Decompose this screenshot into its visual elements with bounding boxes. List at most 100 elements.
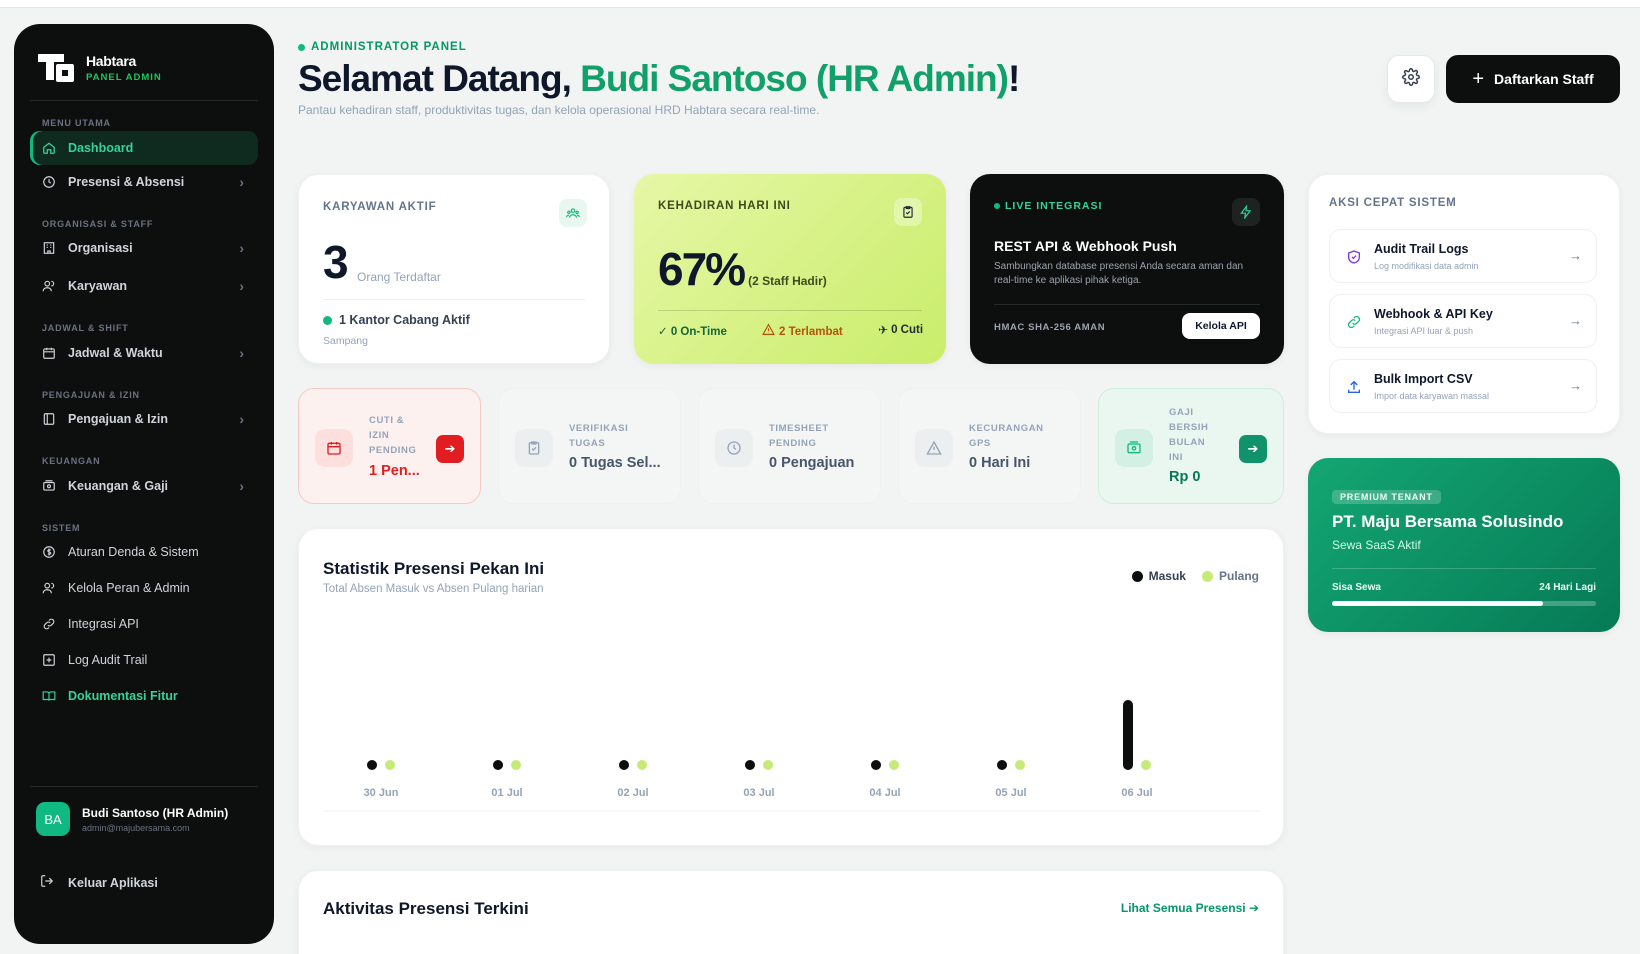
eyebrow: ADMINISTRATOR PANEL <box>298 41 467 53</box>
gear-icon <box>1402 67 1420 91</box>
bar-masuk-4[interactable] <box>871 760 881 770</box>
branch-city: Sampang <box>323 335 368 347</box>
divider <box>323 299 585 300</box>
user-profile[interactable]: BA Budi Santoso (HR Admin) admin@majuber… <box>36 802 228 836</box>
attendance-today-card: KEHADIRAN HARI INI 67% (2 Staff Hadir) ✓… <box>634 174 946 364</box>
status-dot <box>298 43 305 51</box>
bar-masuk-1[interactable] <box>493 760 503 770</box>
clipboard-check-icon <box>894 198 922 226</box>
bar-pulang-4[interactable] <box>889 760 899 770</box>
bar-pulang-0[interactable] <box>385 760 395 770</box>
branch-row: 1 Kantor Cabang Aktif <box>323 313 470 327</box>
tile-label: TIMESHEET PENDING <box>769 423 829 449</box>
quick-action-subtitle: Impor data karyawan massal <box>1374 391 1490 401</box>
view-all-link[interactable]: Lihat Semua Presensi ➔ <box>1121 901 1259 915</box>
tenant-name: PT. Maju Bersama Solusindo <box>1332 512 1564 531</box>
bar-pulang-2[interactable] <box>637 760 647 770</box>
quick-action-import[interactable]: Bulk Import CSV Impor data karyawan mass… <box>1329 359 1597 413</box>
sidebar-item-dokumentasi[interactable]: Dokumentasi Fitur <box>30 679 258 713</box>
sidebar-item-label: Keuangan & Gaji <box>68 479 169 493</box>
bar-masuk-5[interactable] <box>997 760 1007 770</box>
leave-row: ✈ 0 Cuti <box>878 323 923 337</box>
divider <box>994 304 1260 305</box>
manage-api-button[interactable]: Kelola API <box>1182 313 1260 339</box>
bar-masuk-2[interactable] <box>619 760 629 770</box>
bar-pulang-5[interactable] <box>1015 760 1025 770</box>
tile-timesheet-pending[interactable]: TIMESHEET PENDING 0 Pengajuan <box>698 388 881 504</box>
arrow-right-icon[interactable]: ➔ <box>436 435 464 463</box>
sidebar-item-jadwal[interactable]: Jadwal & Waktu › <box>30 336 258 370</box>
plane-icon: ✈ <box>878 323 889 337</box>
lightning-icon <box>1232 198 1260 226</box>
bar-pulang-3[interactable] <box>763 760 773 770</box>
card-label: AKSI CEPAT SISTEM <box>1329 197 1457 209</box>
settings-button[interactable] <box>1387 55 1435 103</box>
bar-masuk-0[interactable] <box>367 760 377 770</box>
tile-kecurangan-gps[interactable]: KECURANGAN GPS 0 Hari Ini <box>898 388 1081 504</box>
sidebar-item-label: Dashboard <box>68 141 134 155</box>
sidebar-item-aturan[interactable]: Aturan Denda & Sistem <box>30 535 258 569</box>
tile-label: GAJI BERSIH BULAN INI <box>1169 407 1209 463</box>
tile-cuti-pending[interactable]: CUTI & IZIN PENDING 1 Pen... ➔ <box>298 388 481 504</box>
bar-pulang-6[interactable] <box>1141 760 1151 770</box>
x-tick-label: 01 Jul <box>491 787 522 799</box>
bar-masuk-6[interactable] <box>1123 700 1133 770</box>
brand[interactable]: Habtara PANEL ADMIN <box>38 52 162 84</box>
home-icon <box>42 141 56 155</box>
x-tick-label: 02 Jul <box>617 787 648 799</box>
section-label-requests: PENGAJUAN & IZIN <box>42 390 140 400</box>
sidebar-item-organisasi[interactable]: Organisasi › <box>30 231 258 265</box>
building-icon <box>42 241 56 255</box>
sidebar-item-keuangan[interactable]: Keuangan & Gaji › <box>30 469 258 503</box>
brand-subtitle: PANEL ADMIN <box>86 72 162 83</box>
sidebar-item-karyawan[interactable]: Karyawan › <box>30 269 258 303</box>
shield-icon <box>1344 247 1364 267</box>
tile-verifikasi-tugas[interactable]: VERIFIKASI TUGAS 0 Tugas Sel... <box>498 388 681 504</box>
sidebar-item-integrasi[interactable]: Integrasi API <box>30 607 258 641</box>
title-name: Budi Santoso (HR Admin) <box>580 58 1009 99</box>
calendar-icon <box>42 346 56 360</box>
brand-name: Habtara <box>86 53 137 69</box>
divider <box>30 100 258 101</box>
book-icon <box>42 689 56 703</box>
quick-action-webhook[interactable]: Webhook & API Key Integrasi API luar & p… <box>1329 294 1597 348</box>
sidebar-item-label: Aturan Denda & Sistem <box>68 545 199 559</box>
bar-masuk-3[interactable] <box>745 760 755 770</box>
activity-title: Aktivitas Presensi Terkini <box>323 899 529 918</box>
sidebar-item-label: Karyawan <box>68 279 128 293</box>
attendance-percent: 67% <box>658 243 746 295</box>
logout-icon <box>40 874 54 891</box>
arrow-right-icon[interactable]: ➔ <box>1239 435 1267 463</box>
late-count: 2 Terlambat <box>779 326 843 338</box>
section-label-finance: KEUANGAN <box>42 456 101 466</box>
clock-icon <box>715 429 753 467</box>
top-strip <box>0 0 1640 8</box>
rental-progress-track <box>1332 601 1596 606</box>
add-staff-button[interactable]: + Daftarkan Staff <box>1446 55 1620 103</box>
sidebar-item-presensi[interactable]: Presensi & Absensi › <box>30 165 258 199</box>
x-tick-label: 30 Jun <box>364 787 399 799</box>
clipboard-check-icon <box>515 429 553 467</box>
sidebar-item-dashboard[interactable]: Dashboard <box>30 131 258 165</box>
divider <box>30 786 258 787</box>
upload-icon <box>1344 377 1364 397</box>
card-label: KARYAWAN AKTIF <box>323 201 437 213</box>
sidebar-item-peran[interactable]: Kelola Peran & Admin <box>30 571 258 605</box>
tenant-badge: PREMIUM TENANT <box>1332 490 1441 504</box>
link-icon <box>42 617 56 631</box>
chevron-right-icon: › <box>239 174 244 190</box>
tile-label: CUTI & IZIN PENDING <box>369 415 417 456</box>
section-label-system: SISTEM <box>42 523 81 533</box>
sidebar-item-pengajuan[interactable]: Pengajuan & Izin › <box>30 402 258 436</box>
sidebar-item-audit[interactable]: Log Audit Trail <box>30 643 258 677</box>
bar-pulang-1[interactable] <box>511 760 521 770</box>
employee-count: 3 <box>323 236 349 288</box>
attendance-chart-card: Statistik Presensi Pekan Ini Total Absen… <box>298 528 1284 846</box>
live-badge: LIVE INTEGRASI <box>994 200 1102 212</box>
logout-button[interactable]: Keluar Aplikasi <box>40 874 158 891</box>
quick-action-audit[interactable]: Audit Trail Logs Log modifikasi data adm… <box>1329 229 1597 283</box>
x-tick-label: 05 Jul <box>995 787 1026 799</box>
tile-gaji-bersih[interactable]: GAJI BERSIH BULAN INI Rp 0 ➔ <box>1098 388 1284 504</box>
rental-progress-fill <box>1332 601 1544 606</box>
quick-action-subtitle: Log modifikasi data admin <box>1374 261 1479 271</box>
